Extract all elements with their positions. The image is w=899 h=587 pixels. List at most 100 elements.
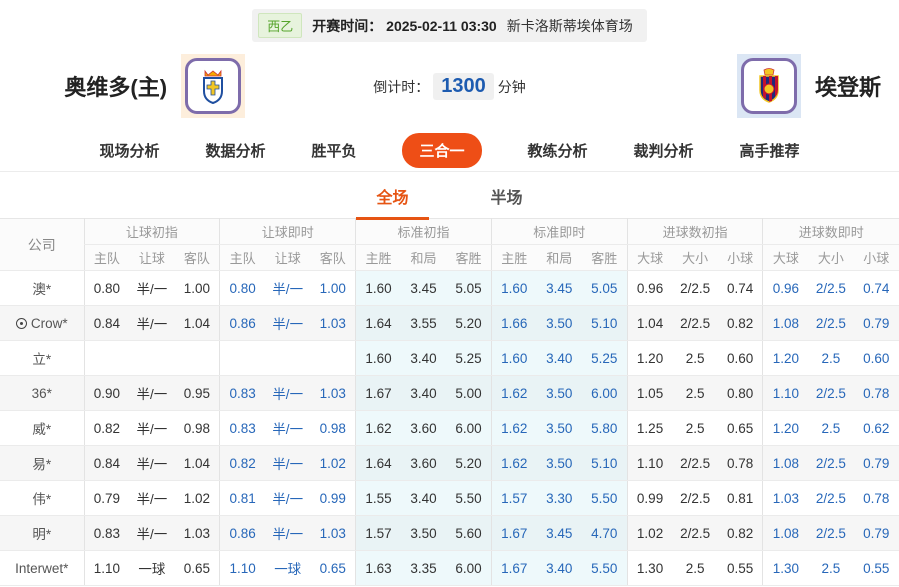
odds-cell: 2/2.5	[808, 271, 853, 306]
subtab-半场[interactable]: 半场	[485, 174, 529, 216]
odds-cell: 半/一	[265, 306, 310, 341]
odds-cell: 2/2.5	[672, 306, 717, 341]
odds-row-立*: 立*1.603.405.251.603.405.251.202.50.601.2…	[0, 341, 899, 376]
odds-cell: 半/一	[265, 411, 310, 446]
odds-cell: 1.30	[627, 551, 672, 586]
odds-cell: 1.00	[310, 271, 355, 306]
odds-cell: 3.45	[401, 271, 446, 306]
odds-cell: 1.02	[175, 481, 220, 516]
odds-cell	[175, 341, 220, 376]
tab-5-裁判分析[interactable]: 裁判分析	[634, 140, 694, 161]
subtab-全场[interactable]: 全场	[370, 174, 414, 216]
odds-cell: 一球	[265, 551, 310, 586]
odds-cell: 3.35	[401, 551, 446, 586]
odds-cell: 0.78	[854, 481, 899, 516]
odds-cell: 1.67	[491, 516, 536, 551]
odds-cell: 半/一	[129, 481, 174, 516]
odds-cell: 0.78	[854, 376, 899, 411]
odds-cell: 0.60	[718, 341, 763, 376]
odds-cell: 4.70	[582, 516, 627, 551]
odds-cell: 0.83	[220, 376, 265, 411]
company-cell: 威*	[0, 411, 84, 446]
odds-cell: 1.25	[627, 411, 672, 446]
odds-cell: 3.30	[537, 481, 582, 516]
odds-cell: 1.67	[491, 551, 536, 586]
countdown: 倒计时：1300分钟	[310, 73, 590, 100]
odds-cell: 半/一	[265, 481, 310, 516]
odds-cell: 6.00	[446, 411, 491, 446]
odds-cell: 1.20	[627, 341, 672, 376]
odds-cell: 0.65	[175, 551, 220, 586]
odds-row-澳*: 澳*0.80半/一1.000.80半/一1.001.603.455.051.60…	[0, 271, 899, 306]
odds-cell: 1.57	[356, 516, 401, 551]
sub-header-让球即时-主队: 主队	[220, 245, 265, 271]
odds-cell: 0.74	[854, 271, 899, 306]
odds-cell: 1.02	[627, 516, 672, 551]
odds-cell	[129, 341, 174, 376]
odds-cell: 2/2.5	[808, 516, 853, 551]
group-header-让球即时: 让球即时	[220, 219, 356, 245]
odds-cell: 0.86	[220, 516, 265, 551]
odds-cell: 1.00	[175, 271, 220, 306]
header-company: 公司	[0, 219, 84, 271]
odds-cell: 5.50	[582, 481, 627, 516]
odds-cell: 1.08	[763, 306, 808, 341]
away-team-name: 埃登斯	[815, 70, 881, 102]
odds-cell: 1.62	[491, 411, 536, 446]
odds-cell: 1.55	[356, 481, 401, 516]
odds-cell: 0.84	[84, 306, 129, 341]
tab-6-高手推荐[interactable]: 高手推荐	[740, 140, 800, 161]
odds-cell: 0.65	[310, 551, 355, 586]
sub-header-进球数即时-小球: 小球	[854, 245, 899, 271]
company-cell: 澳*	[0, 271, 84, 306]
odds-cell: 0.79	[84, 481, 129, 516]
tab-4-教练分析[interactable]: 教练分析	[528, 140, 588, 161]
away-team-logo	[737, 54, 801, 118]
odds-cell: 0.84	[84, 446, 129, 481]
odds-table-body: 澳*0.80半/一1.000.80半/一1.001.603.455.051.60…	[0, 271, 899, 586]
odds-cell: 一球	[129, 551, 174, 586]
company-cell: 36*	[0, 376, 84, 411]
odds-cell: 3.50	[537, 306, 582, 341]
odds-cell: 0.62	[854, 411, 899, 446]
countdown-unit: 分钟	[498, 79, 526, 95]
odds-cell: 3.45	[537, 516, 582, 551]
home-crest-icon	[185, 58, 241, 114]
home-team-name: 奥维多(主)	[64, 70, 167, 102]
tab-0-现场分析[interactable]: 现场分析	[99, 140, 159, 161]
odds-cell: 1.62	[356, 411, 401, 446]
tab-2-胜平负[interactable]: 胜平负	[311, 140, 356, 161]
odds-cell: 0.81	[220, 481, 265, 516]
odds-cell	[84, 341, 129, 376]
sub-header-进球数初指-大球: 大球	[627, 245, 672, 271]
odds-row-伟*: 伟*0.79半/一1.020.81半/一0.991.553.405.501.57…	[0, 481, 899, 516]
kickoff-time: 2025-02-11 03:30	[386, 18, 497, 34]
home-team-logo	[181, 54, 245, 118]
odds-cell: 3.60	[401, 411, 446, 446]
odds-cell: 1.08	[763, 516, 808, 551]
odds-cell: 3.55	[401, 306, 446, 341]
odds-cell: 0.55	[854, 551, 899, 586]
odds-cell: 2.5	[672, 341, 717, 376]
group-header-标准即时: 标准即时	[491, 219, 627, 245]
odds-cell: 0.90	[84, 376, 129, 411]
odds-cell: 1.60	[491, 271, 536, 306]
odds-cell: 5.50	[446, 481, 491, 516]
odds-cell: 1.60	[491, 341, 536, 376]
sub-header-标准即时-客胜: 客胜	[582, 245, 627, 271]
odds-cell: 5.50	[582, 551, 627, 586]
odds-cell: 1.05	[627, 376, 672, 411]
odds-cell: 半/一	[129, 376, 174, 411]
odds-cell: 1.08	[763, 446, 808, 481]
odds-cell: 半/一	[129, 306, 174, 341]
odds-row-Interwet*: Interwet*1.10一球0.651.10一球0.651.633.356.0…	[0, 551, 899, 586]
odds-cell: 0.98	[175, 411, 220, 446]
home-team: 奥维多(主)	[0, 54, 310, 118]
odds-cell: 0.80	[220, 271, 265, 306]
odds-cell: 2.5	[672, 551, 717, 586]
sub-header-标准初指-和局: 和局	[401, 245, 446, 271]
tab-3-三合一[interactable]: 三合一	[402, 133, 481, 168]
odds-cell: 0.83	[84, 516, 129, 551]
tab-1-数据分析[interactable]: 数据分析	[205, 140, 265, 161]
odds-cell: 3.50	[401, 516, 446, 551]
